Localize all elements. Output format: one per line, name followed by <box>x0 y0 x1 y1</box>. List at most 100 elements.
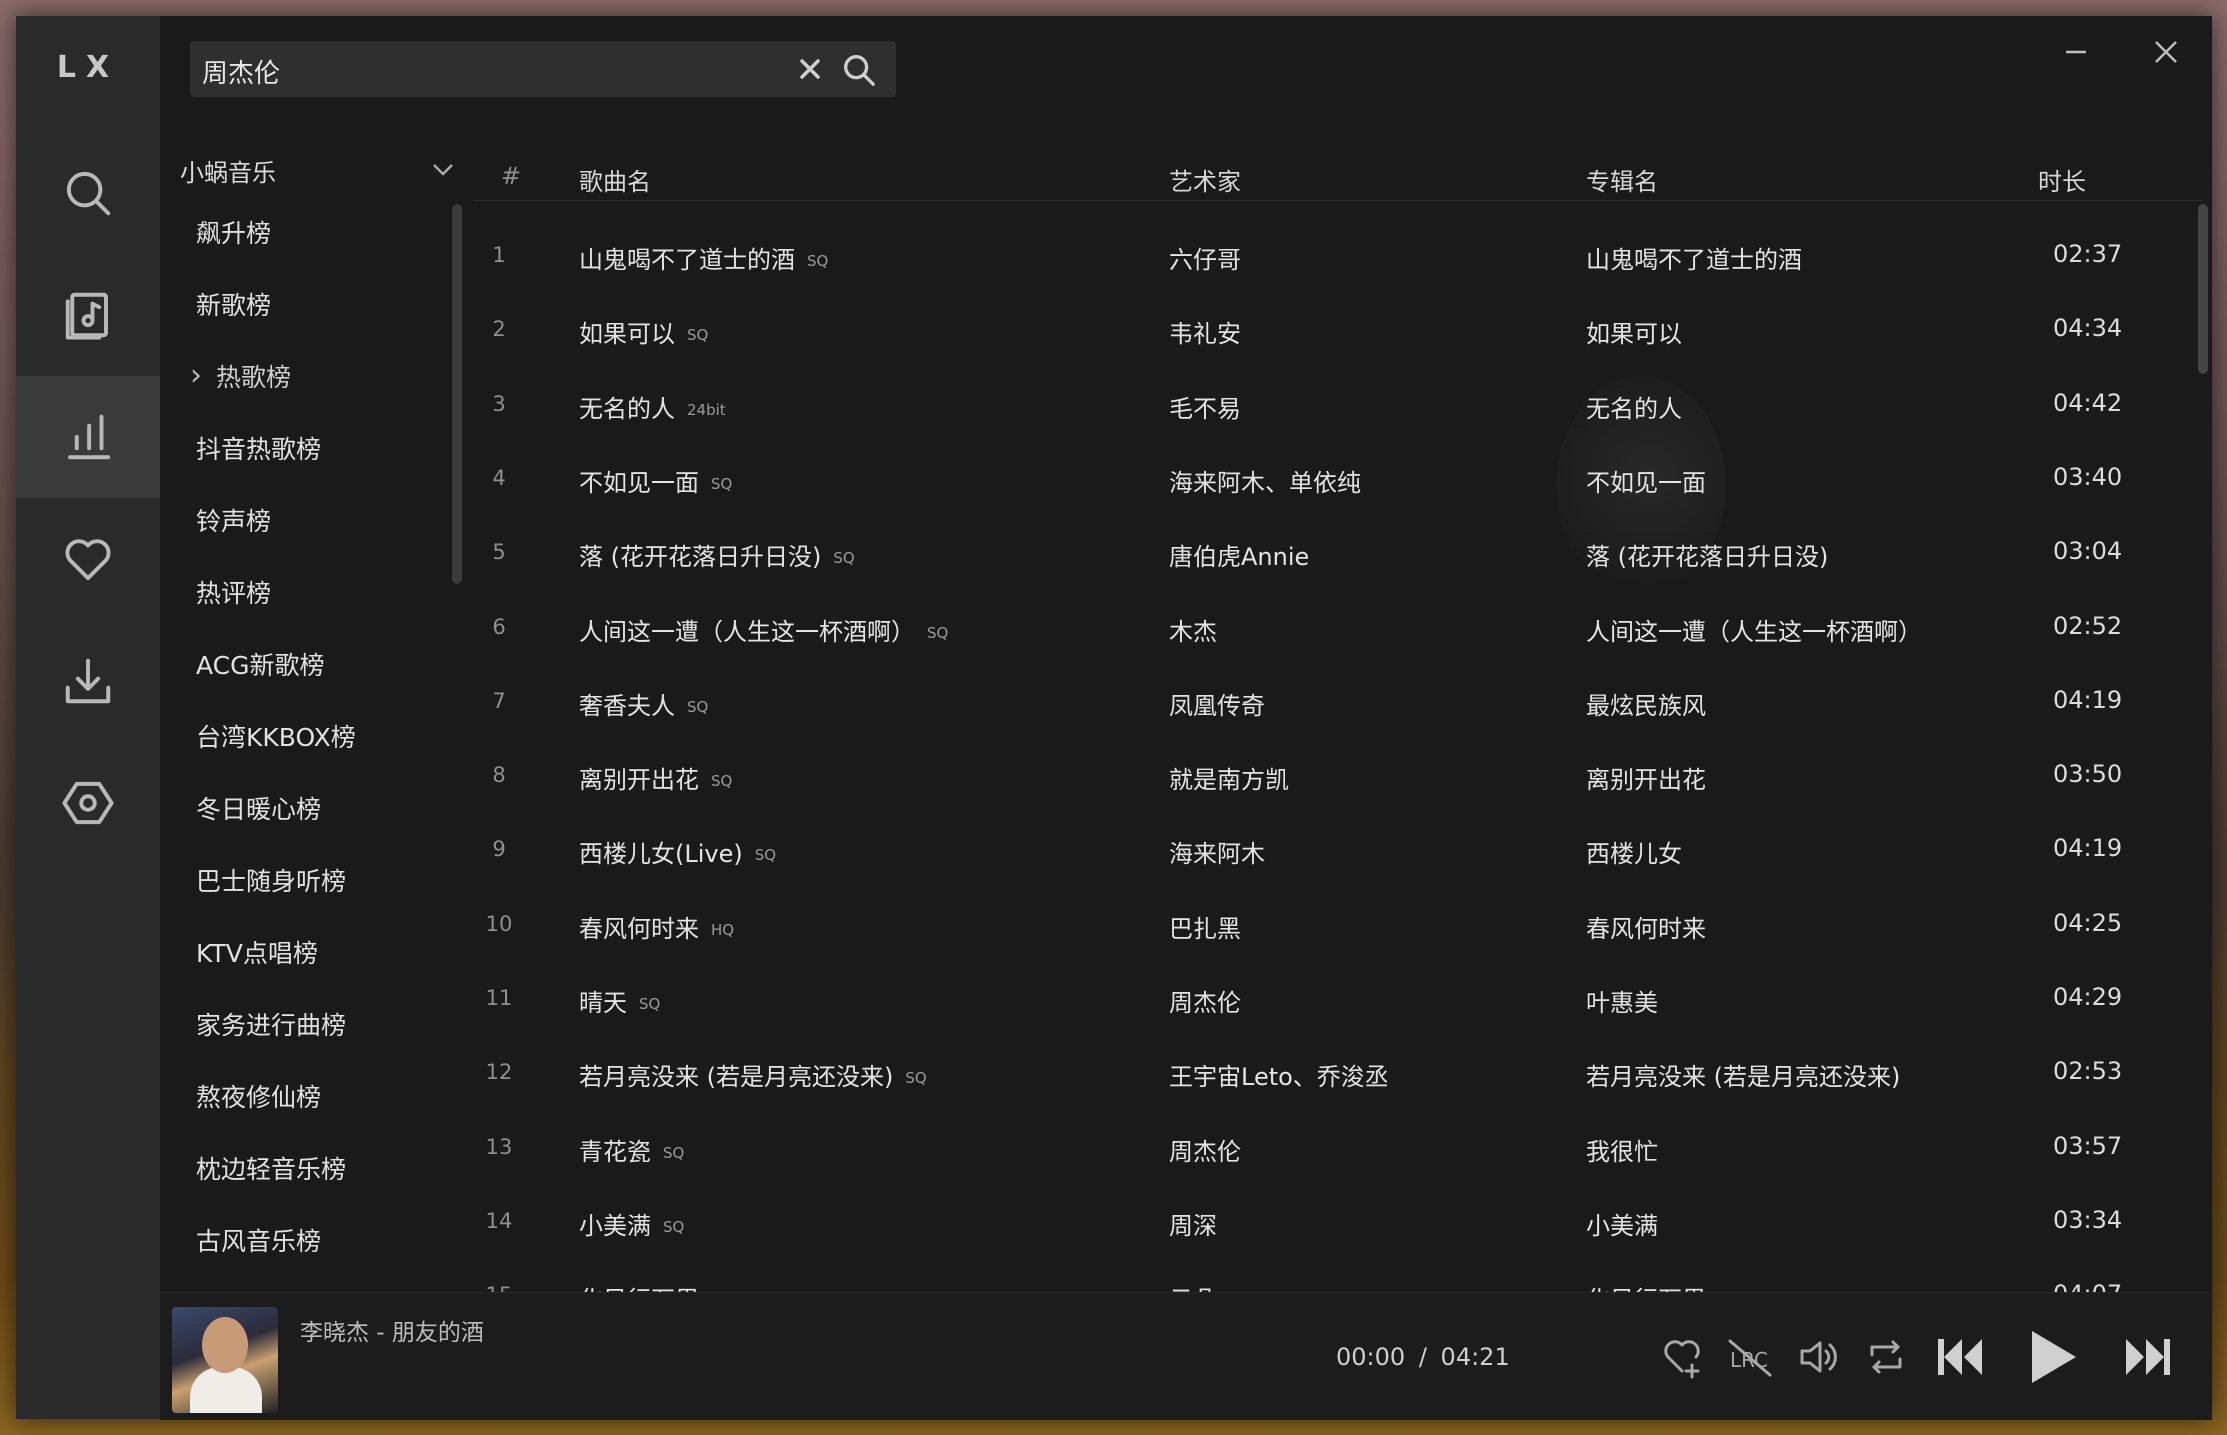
artist-name: 周杰伦 <box>1169 1137 1241 1166</box>
duration: 02:37 <box>2053 240 2123 268</box>
duration: 02:53 <box>2053 1057 2123 1086</box>
play-icon <box>2032 1331 2076 1383</box>
nav-download[interactable] <box>16 620 160 742</box>
song-name-cell: 人间这一遭（人生这一杯酒啊） SQ <box>579 612 948 647</box>
search-input[interactable]: 周杰伦 <box>202 53 280 90</box>
board-item[interactable]: 抖音热歌榜 <box>160 422 460 494</box>
album-name: 西楼儿女 <box>1586 840 1682 869</box>
table-row[interactable]: 6 人间这一遭（人生这一杯酒啊） SQ 木杰 人间这一遭（人生这一杯酒啊） 02:52 <box>474 590 2198 664</box>
artist-name: 韦礼安 <box>1169 320 1241 349</box>
song-name: 奢香夫人 <box>579 691 675 720</box>
board-item[interactable]: 热歌榜 <box>160 348 460 422</box>
board-list-scrollbar[interactable] <box>452 204 462 584</box>
clear-search-button[interactable] <box>794 53 826 85</box>
table-row[interactable]: 2 如果可以 SQ 韦礼安 如果可以 04:34 <box>474 292 2198 366</box>
board-item[interactable]: KTV点唱榜 <box>160 926 460 998</box>
table-row[interactable]: 9 西楼儿女(Live) SQ 海来阿木 西楼儿女 04:19 <box>474 812 2198 886</box>
song-name-cell: 青花瓷 SQ <box>579 1132 684 1167</box>
col-header-album: 专辑名 <box>1586 168 1658 196</box>
total-time: 04:21 <box>1440 1343 1510 1371</box>
track-number: 5 <box>492 540 506 565</box>
nav-favorites[interactable] <box>16 498 160 620</box>
table-row[interactable]: 14 小美满 SQ 周深 小美满 03:34 <box>474 1184 2198 1258</box>
board-item[interactable]: 古风音乐榜 <box>160 1214 460 1286</box>
album-name: 最炫民族风 <box>1586 691 1706 720</box>
board-item[interactable]: 冬日暖心榜 <box>160 782 460 854</box>
nav-settings[interactable] <box>16 742 160 864</box>
nav-leaderboard[interactable] <box>16 376 160 498</box>
table-row[interactable]: 8 离别开出花 SQ 就是南方凯 离别开出花 03:50 <box>474 738 2198 812</box>
minimize-button[interactable] <box>2058 34 2094 70</box>
quality-badge: SQ <box>687 697 709 716</box>
board-item[interactable]: 巴士随身听榜 <box>160 854 460 926</box>
table-row[interactable]: 13 青花瓷 SQ 周杰伦 我很忙 03:57 <box>474 1110 2198 1184</box>
table-row[interactable]: 10 春风何时来 HQ 巴扎黑 春风何时来 04:25 <box>474 887 2198 961</box>
track-number: 11 <box>485 986 513 1010</box>
song-name: 无名的人 <box>579 394 675 423</box>
music-list-icon <box>65 292 108 340</box>
quality-badge: SQ <box>687 326 709 345</box>
playback-time: 00:00 / 04:21 <box>1336 1343 1510 1371</box>
album-name: 山鬼喝不了道士的酒 <box>1586 246 1802 274</box>
quality-badge: SQ <box>711 474 733 493</box>
table-row[interactable]: 12 若月亮没来 (若是月亮还没来) SQ 王宇宙Leto、乔浚丞 若月亮没来 (若是月… <box>474 1035 2198 1109</box>
song-name: 春风何时来 <box>579 914 699 943</box>
album-name: 落 (花开花落日升日没) <box>1586 543 1829 572</box>
track-number: 2 <box>492 317 506 342</box>
quality-badge: HQ <box>711 920 735 939</box>
song-name: 西楼儿女(Live) <box>579 840 743 869</box>
favorite-button[interactable] <box>1658 1333 1706 1381</box>
board-item[interactable]: 铃声榜 <box>160 494 460 566</box>
duration: 03:40 <box>2053 462 2123 491</box>
board-item[interactable]: 热评榜 <box>160 566 460 638</box>
volume-button[interactable] <box>1794 1333 1842 1381</box>
board-item[interactable]: 飙升榜 <box>160 206 460 278</box>
app-logo: LX <box>56 50 120 85</box>
quality-badge: SQ <box>927 623 949 642</box>
song-table-scrollbar[interactable] <box>2198 204 2208 374</box>
artist-name: 周杰伦 <box>1169 989 1241 1017</box>
artist-name: 木杰 <box>1169 617 1217 646</box>
board-item[interactable]: 枕边轻音乐榜 <box>160 1142 460 1214</box>
repeat-mode-button[interactable] <box>1862 1333 1910 1381</box>
table-row[interactable]: 11 晴天 SQ 周杰伦 叶惠美 04:29 <box>474 961 2198 1035</box>
board-item[interactable]: 台湾KKBOX榜 <box>160 710 460 782</box>
artist-name: 海来阿木、单依纯 <box>1169 468 1361 497</box>
quality-badge: SQ <box>663 1217 685 1236</box>
track-number: 10 <box>485 911 513 936</box>
table-row[interactable]: 4 不如见一面 SQ 海来阿木、单依纯 不如见一面 03:40 <box>474 441 2198 515</box>
source-select[interactable]: 小蜗音乐 <box>180 144 464 196</box>
song-name: 如果可以 <box>579 320 675 349</box>
nav-search[interactable] <box>16 132 160 254</box>
track-number: 13 <box>485 1134 513 1159</box>
album-cover[interactable] <box>172 1307 278 1413</box>
song-name-cell: 落 (花开花落日升日没) SQ <box>579 537 855 572</box>
table-row[interactable]: 1 山鬼喝不了道士的酒 SQ 六仔哥 山鬼喝不了道士的酒 02:37 <box>474 218 2198 292</box>
table-row[interactable]: 7 奢香夫人 SQ 凤凰传奇 最炫民族风 04:19 <box>474 664 2198 738</box>
song-name-cell: 小美满 SQ <box>579 1206 684 1241</box>
board-item[interactable]: 家务进行曲榜 <box>160 998 460 1070</box>
close-button[interactable] <box>2148 34 2184 70</box>
table-row[interactable]: 5 落 (花开花落日升日没) SQ 唐伯虎Annie 落 (花开花落日升日没) 03:04 <box>474 515 2198 589</box>
song-name: 山鬼喝不了道士的酒 <box>579 246 795 274</box>
song-name-cell: 无名的人 24bit <box>579 389 726 424</box>
next-track-button[interactable] <box>2120 1329 2176 1385</box>
next-icon <box>2126 1339 2170 1375</box>
repeat-icon <box>1870 1340 1902 1374</box>
play-button[interactable] <box>2024 1327 2080 1387</box>
table-row[interactable]: 3 无名的人 24bit 毛不易 无名的人 04:42 <box>474 367 2198 441</box>
previous-track-button[interactable] <box>1932 1329 1988 1385</box>
now-playing-title[interactable]: 李晓杰 - 朋友的酒 <box>300 1313 484 1347</box>
song-name-cell: 不如见一面 SQ <box>579 463 732 498</box>
board-item[interactable]: ACG新歌榜 <box>160 638 460 710</box>
song-name-cell: 山鬼喝不了道士的酒 SQ <box>579 240 828 275</box>
board-item[interactable]: 新歌榜 <box>160 278 460 350</box>
board-item[interactable]: 熬夜修仙榜 <box>160 1070 460 1142</box>
quality-badge: SQ <box>754 846 777 865</box>
nav-song-list[interactable] <box>16 254 160 376</box>
track-number: 8 <box>492 763 506 788</box>
song-name-cell: 如果可以 SQ <box>579 314 708 349</box>
search-button[interactable] <box>840 51 878 89</box>
duration: 03:57 <box>2053 1131 2123 1160</box>
lyrics-toggle-button[interactable]: LRC <box>1726 1333 1774 1381</box>
